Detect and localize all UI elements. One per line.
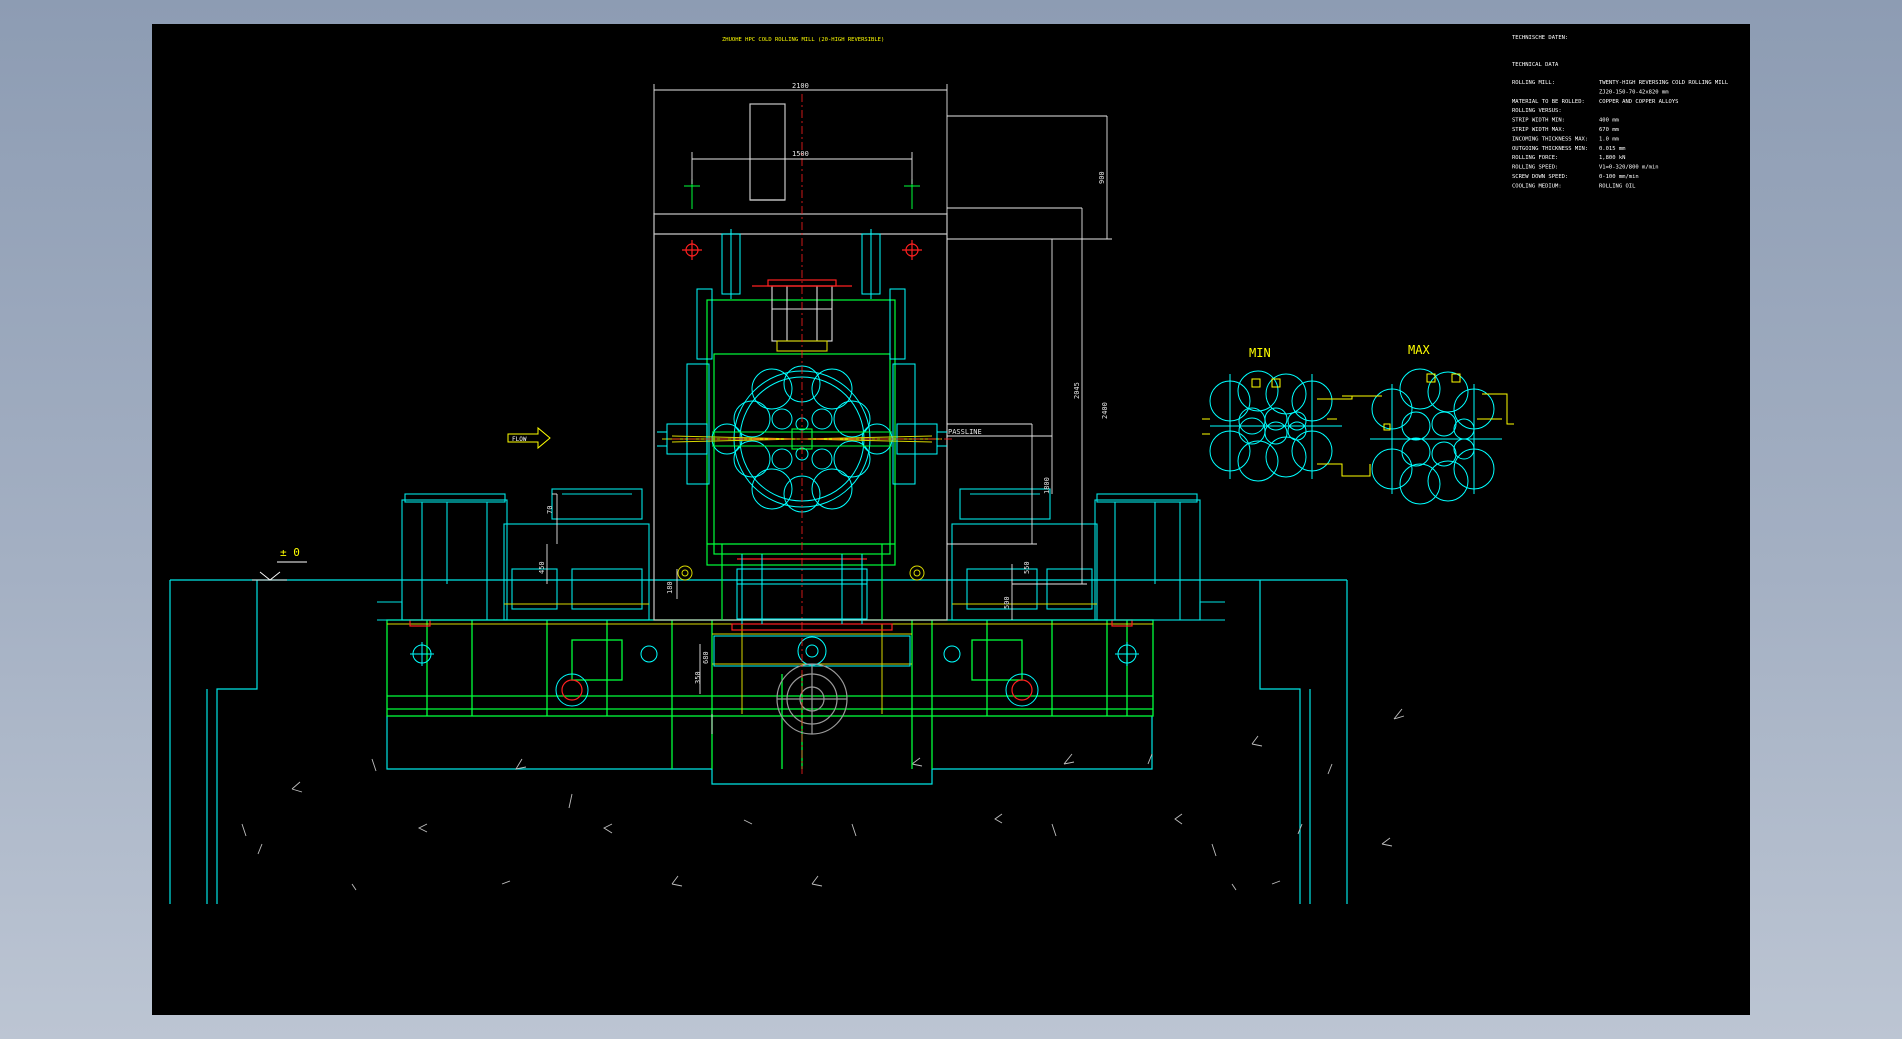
tech-subheader: TECHNICAL DATA — [1512, 62, 1559, 68]
tech-row-value: COPPER AND COPPER ALLOYS — [1599, 99, 1678, 105]
dim-lower-a: 680 — [702, 651, 710, 664]
dim-lower-b: 350 — [694, 671, 702, 684]
foundation-pit — [169, 579, 1348, 904]
dim-inner-width: 1500 — [792, 150, 809, 158]
tech-row-label: MATERIAL TO BE ROLLED: — [1512, 99, 1585, 105]
dim-base-height: 500 — [1003, 596, 1011, 609]
tech-row-label: INCOMING THICKNESS MAX: — [1512, 136, 1588, 142]
base-frame — [386, 619, 1154, 769]
passline-label: PASSLINE — [948, 428, 982, 436]
base-red-parts — [409, 619, 1133, 701]
dim-side-left-b: 450 — [538, 561, 546, 574]
dim-height-3: 2400 — [1101, 402, 1109, 419]
tech-row-value: 0.015 mm — [1599, 146, 1626, 152]
tech-row-value: 1,800 kN — [1599, 155, 1626, 161]
tech-row-label: STRIP WIDTH MAX: — [1512, 127, 1565, 133]
concrete-hatching — [241, 708, 1405, 891]
dim-foundation-depth: 550 — [1023, 561, 1031, 574]
drawing-title: ZHUOHE HPC COLD ROLLING MILL (20-HIGH RE… — [722, 37, 884, 43]
technical-data-block: TECHNISCHE DATEN: TECHNICAL DATA ROLLING… — [1512, 35, 1729, 189]
dim-passline-height: 1800 — [1043, 477, 1051, 494]
tech-row-value: 0-100 mm/min — [1599, 174, 1639, 180]
lower-drive-gear — [776, 663, 848, 735]
dim-upper-height: 900 — [1098, 171, 1106, 184]
cad-viewport[interactable]: 2100 1500 900 2045 2400 1800 550 500 70 … — [152, 24, 1750, 1015]
flow-label: FLOW — [512, 436, 527, 443]
max-label: MAX — [1408, 343, 1430, 357]
tech-row-label: SCREW DOWN SPEED: — [1512, 174, 1568, 180]
dim-side-left-c: 180 — [666, 581, 674, 594]
flow-arrow: FLOW — [507, 426, 551, 450]
tech-row-label: OUTGOING THICKNESS MIN: — [1512, 146, 1588, 152]
tech-row-value: 1.0 mm — [1599, 136, 1620, 142]
housing-outline — [653, 103, 948, 621]
dim-height-2: 2045 — [1073, 382, 1081, 399]
mill-drawing: 2100 1500 900 2045 2400 1800 550 500 70 … — [169, 35, 1729, 904]
tech-row-label: STRIP WIDTH MIN: — [1512, 118, 1565, 124]
tech-row-label: COOLING MEDIUM: — [1512, 183, 1562, 189]
dim-overall-width: 2100 — [792, 82, 809, 90]
datum-label: ± 0 — [280, 546, 300, 559]
tech-row-label: ROLLING VERSUS: — [1512, 108, 1562, 114]
tech-row-value: 400 mm — [1599, 118, 1620, 124]
right-stand — [951, 488, 1225, 621]
tech-row-value: 670 mm — [1599, 127, 1620, 133]
tech-row-value: ROLLING OIL — [1599, 183, 1636, 189]
dimension-texts: 2100 1500 900 2045 2400 1800 550 500 70 … — [538, 82, 1109, 684]
tech-row-value: TWENTY-HIGH REVERSING COLD ROLLING MILL — [1599, 80, 1729, 86]
tech-row-label: ROLLING SPEED: — [1512, 165, 1558, 171]
max-roll-detail — [1370, 368, 1502, 505]
tech-header: TECHNISCHE DATEN: — [1512, 35, 1568, 41]
min-label: MIN — [1249, 346, 1271, 360]
dimension-lines — [252, 84, 1112, 734]
tech-row-value: V1=0-320/800 m/min — [1599, 165, 1659, 171]
tech-row-label: ROLLING FORCE: — [1512, 155, 1558, 161]
tech-row-value: ZJ20-150-70-42x820 mm — [1599, 89, 1669, 95]
tech-row-label: ROLLING MILL: — [1512, 80, 1555, 86]
base-frame-yellow-lines — [387, 623, 1153, 714]
dim-side-left-a: 70 — [546, 506, 554, 514]
